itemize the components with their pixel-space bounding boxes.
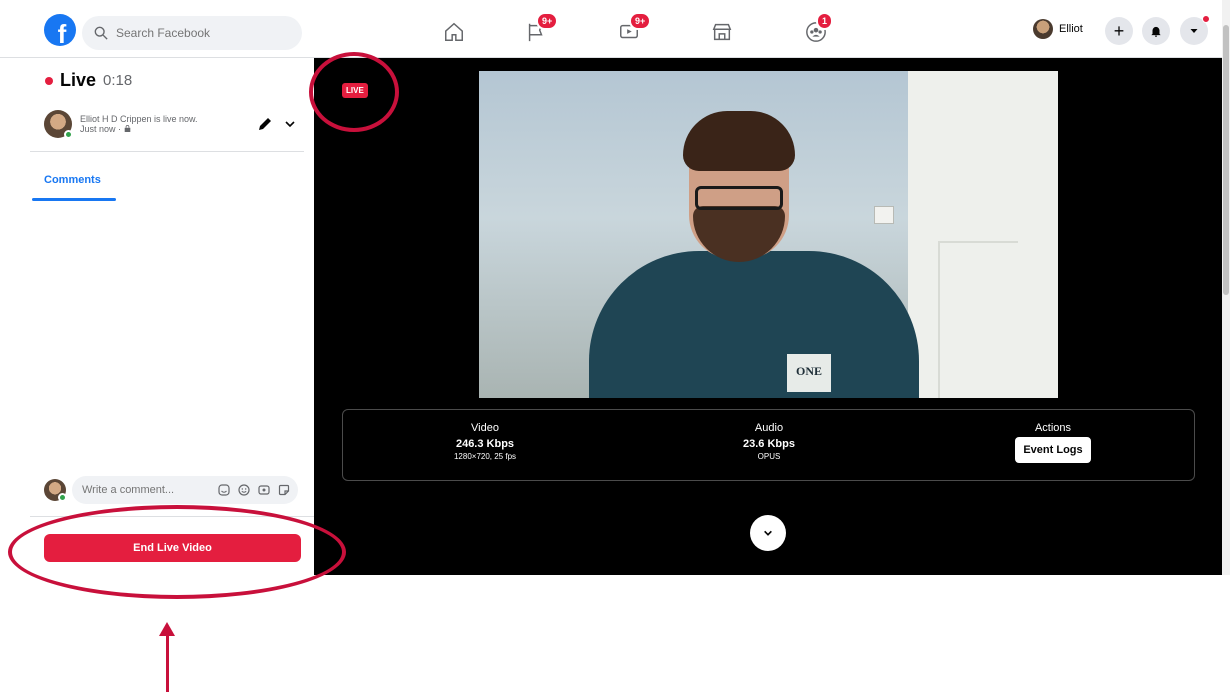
audio-bitrate: 23.6 Kbps: [743, 438, 795, 450]
comment-composer: [44, 476, 304, 504]
audio-stats: Audio 23.6 Kbps OPUS: [709, 422, 829, 461]
door-panel: [938, 241, 1018, 398]
chevron-down-icon[interactable]: [284, 118, 296, 130]
live-status: Live 0:18: [45, 70, 132, 91]
tab-comments[interactable]: Comments: [44, 174, 101, 186]
groups-badge: 1: [816, 12, 834, 30]
emoji-icon[interactable]: [238, 483, 250, 496]
online-indicator: [58, 493, 67, 502]
avatar-sticker-icon[interactable]: [218, 483, 230, 496]
nav-home[interactable]: [440, 20, 468, 44]
nav-pages[interactable]: 9+: [522, 12, 559, 44]
host-text: Elliot H D Crippen is live now. Just now…: [80, 114, 198, 134]
person-hair: [683, 111, 795, 171]
video-stats: Video 246.3 Kbps 1280×720, 25 fps: [425, 422, 545, 461]
nav-marketplace[interactable]: [708, 20, 736, 44]
online-indicator: [64, 130, 73, 139]
comment-tools: [218, 483, 290, 496]
host-time-row: Just now ·: [80, 124, 198, 134]
facebook-live-screen: f 9+ 9+ 1 Elliot +: [0, 0, 1230, 575]
panel-divider: [30, 151, 304, 152]
nav-watch[interactable]: 9+: [615, 12, 652, 44]
host-status: Elliot H D Crippen is live now.: [80, 114, 198, 124]
stream-stats-panel: Video 246.3 Kbps 1280×720, 25 fps Audio …: [342, 409, 1195, 481]
chevron-down-icon: [764, 530, 772, 536]
edit-pencil-icon[interactable]: [257, 116, 273, 132]
caret-down-icon: [1190, 29, 1198, 33]
audio-label: Audio: [754, 422, 784, 434]
elapsed-time: 0:18: [103, 72, 133, 89]
top-navigation: f 9+ 9+ 1 Elliot +: [0, 0, 1222, 58]
background-door: [908, 71, 1058, 398]
page-scrollbar[interactable]: [1222, 0, 1230, 575]
live-badge-highlight-circle: [309, 52, 399, 132]
scroll-thumb[interactable]: [1223, 25, 1229, 295]
shirt-logo: ONE: [787, 354, 831, 392]
person-glasses: [695, 186, 783, 210]
facebook-logo[interactable]: f: [44, 14, 76, 46]
bell-icon: [1151, 26, 1161, 37]
search-icon: [94, 26, 108, 40]
watch-badge: 9+: [629, 12, 652, 30]
actions-section: Actions Event Logs: [993, 422, 1113, 463]
notification-dot: [1202, 15, 1210, 23]
end-button-highlight-circle: [8, 505, 346, 599]
actions-label: Actions: [1034, 422, 1072, 434]
create-button[interactable]: +: [1105, 17, 1133, 45]
host-time: Just now ·: [80, 124, 122, 134]
gif-icon[interactable]: [258, 483, 270, 495]
marketplace-icon: [712, 23, 732, 41]
search-bar[interactable]: [82, 16, 302, 50]
search-input[interactable]: [116, 26, 286, 40]
plus-icon: +: [1113, 20, 1125, 41]
light-switch: [874, 206, 894, 224]
commenter-avatar: [44, 479, 67, 502]
video-bitrate: 246.3 Kbps: [455, 438, 515, 450]
lock-icon: [124, 124, 130, 132]
live-dot-icon: [45, 76, 53, 85]
active-tab-indicator: [32, 198, 116, 201]
audio-detail: OPUS: [757, 452, 781, 461]
profile-name: Elliot: [1059, 23, 1083, 35]
profile-link[interactable]: Elliot: [1033, 19, 1083, 39]
live-video-stage: LIVE ONE Video 246.3 Kbps 1280×720, 25 f…: [314, 58, 1222, 575]
account-menu-button[interactable]: [1180, 15, 1210, 45]
home-icon: [445, 22, 463, 41]
profile-avatar: [1033, 19, 1053, 39]
host-avatar[interactable]: [44, 110, 73, 139]
comment-box[interactable]: [72, 476, 298, 504]
video-label: Video: [471, 422, 499, 434]
collapse-button[interactable]: [750, 515, 786, 551]
nav-groups[interactable]: 1: [802, 12, 834, 44]
person-hoodie: [589, 251, 919, 398]
event-logs-button[interactable]: Event Logs: [1015, 437, 1091, 463]
live-label: Live: [60, 70, 97, 90]
webcam-preview: ONE: [479, 71, 1058, 398]
live-side-panel: Live 0:18 Elliot H D Crippen is live now…: [30, 58, 314, 575]
shirt-logo-text: ONE: [795, 364, 822, 378]
pages-badge: 9+: [536, 12, 559, 30]
host-info: Elliot H D Crippen is live now. Just now…: [44, 108, 304, 140]
sticker-icon[interactable]: [278, 483, 290, 496]
notifications-button[interactable]: [1142, 17, 1170, 45]
comment-input[interactable]: [82, 484, 202, 496]
video-detail: 1280×720, 25 fps: [453, 452, 517, 461]
annotation-arrow-line: [166, 634, 169, 692]
